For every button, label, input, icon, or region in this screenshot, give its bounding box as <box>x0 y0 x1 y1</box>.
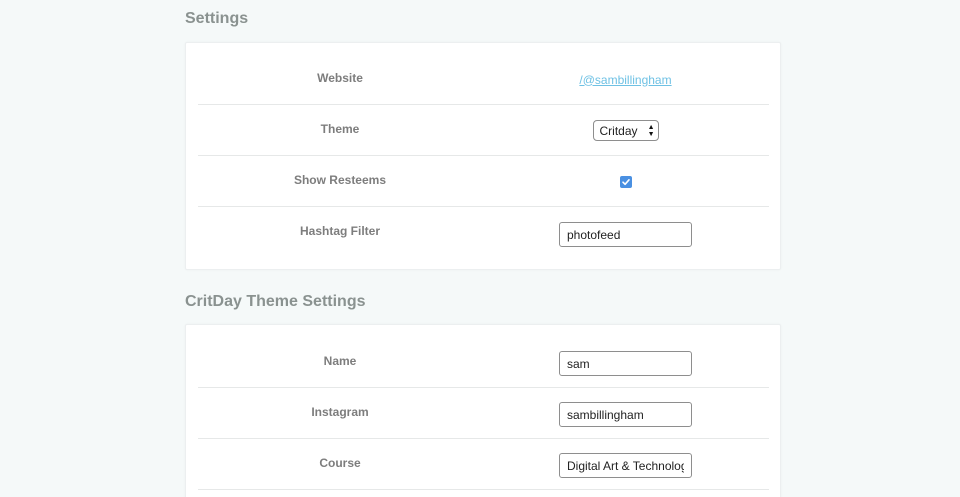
website-link[interactable]: /@sambillingham <box>579 73 671 87</box>
select-arrows-icon: ▲ ▼ <box>647 124 655 138</box>
theme-label: Theme <box>320 122 360 136</box>
hashtag-filter-row: Hashtag Filter <box>198 207 769 258</box>
course-input[interactable] <box>559 453 692 478</box>
website-row: Website /@sambillingham <box>198 54 769 105</box>
instagram-row: Instagram <box>198 388 769 439</box>
theme-row: Theme Critday ▲ ▼ <box>198 105 769 156</box>
checkmark-icon <box>621 178 630 185</box>
critday-settings-card: Name Instagram Course <box>185 324 781 497</box>
hashtag-filter-input[interactable] <box>559 222 692 247</box>
settings-card: Website /@sambillingham Theme Critday ▲ ▼… <box>185 42 781 270</box>
name-value-cell <box>482 337 769 388</box>
name-row: Name <box>198 337 769 388</box>
show-resteems-row: Show Resteems <box>198 156 769 207</box>
hashtag-filter-value-cell <box>482 207 769 258</box>
instagram-label: Instagram <box>311 405 369 419</box>
course-value-cell <box>482 439 769 490</box>
name-label: Name <box>323 354 357 368</box>
show-resteems-checkbox[interactable] <box>619 175 632 188</box>
instagram-input[interactable] <box>559 402 692 427</box>
hashtag-filter-label: Hashtag Filter <box>299 224 380 238</box>
website-value-cell: /@sambillingham <box>482 54 769 105</box>
course-row: Course <box>198 439 769 490</box>
settings-page: Settings Website /@sambillingham Theme C… <box>0 0 960 497</box>
course-label: Course <box>319 456 361 470</box>
instagram-value-cell <box>482 388 769 439</box>
name-input[interactable] <box>559 351 692 376</box>
show-resteems-label: Show Resteems <box>293 173 387 187</box>
settings-heading: Settings <box>185 10 249 27</box>
website-label: Website <box>317 71 363 85</box>
critday-settings-heading: CritDay Theme Settings <box>185 293 366 310</box>
theme-selected-value: Critday <box>599 124 638 138</box>
theme-value-cell: Critday ▲ ▼ <box>482 105 769 156</box>
theme-select[interactable]: Critday ▲ ▼ <box>592 120 659 141</box>
show-resteems-value-cell <box>482 156 769 207</box>
